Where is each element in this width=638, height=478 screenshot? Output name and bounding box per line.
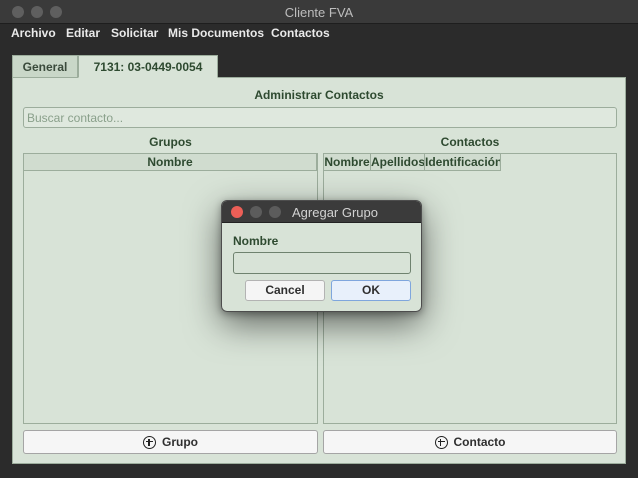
cancel-button[interactable]: Cancel <box>245 280 325 301</box>
menu-bar: Archivo Editar Solicitar Mis Documentos … <box>0 24 638 44</box>
dialog-zoom-button <box>269 206 281 218</box>
search-input[interactable] <box>23 107 617 128</box>
add-contact-label: Contacto <box>453 435 506 449</box>
column-header-identificacion[interactable]: Identificación <box>425 154 501 171</box>
tab-general[interactable]: General <box>12 55 78 78</box>
add-contact-button[interactable]: Contacto <box>323 430 617 454</box>
tab-account[interactable]: 7131: 03-0449-0054 <box>78 55 218 78</box>
column-header-apellidos[interactable]: Apellidos <box>371 154 425 171</box>
menu-editar[interactable]: Editar <box>66 26 100 40</box>
add-group-label: Grupo <box>162 435 198 449</box>
menu-mis-documentos[interactable]: Mis Documentos <box>168 26 264 40</box>
group-name-input[interactable] <box>233 252 411 274</box>
menu-archivo[interactable]: Archivo <box>11 26 56 40</box>
plus-circle-icon <box>143 435 156 449</box>
column-header-nombre[interactable]: Nombre <box>24 154 317 171</box>
dialog-close-button[interactable] <box>231 206 243 218</box>
dialog-minimize-button <box>250 206 262 218</box>
ok-button[interactable]: OK <box>331 280 411 301</box>
dialog-title: Agregar Grupo <box>292 205 378 220</box>
panel-title: Administrar Contactos <box>254 88 384 102</box>
menu-contactos[interactable]: Contactos <box>271 26 330 40</box>
window-titlebar[interactable]: Cliente FVA <box>0 0 638 24</box>
column-header-nombre[interactable]: Nombre <box>324 154 371 171</box>
window-title: Cliente FVA <box>284 5 354 20</box>
groups-label: Grupos <box>149 135 192 149</box>
add-group-button[interactable]: Grupo <box>23 430 318 454</box>
dialog-titlebar[interactable]: Agregar Grupo <box>222 201 421 223</box>
plus-circle-icon <box>434 435 448 449</box>
dialog-field-label: Nombre <box>233 234 279 248</box>
menu-solicitar[interactable]: Solicitar <box>111 26 158 40</box>
contacts-label: Contactos <box>440 135 500 149</box>
add-group-dialog: Agregar Grupo Nombre Cancel OK <box>221 200 422 312</box>
app-window: Cliente FVA Archivo Editar Solicitar Mis… <box>0 0 638 478</box>
